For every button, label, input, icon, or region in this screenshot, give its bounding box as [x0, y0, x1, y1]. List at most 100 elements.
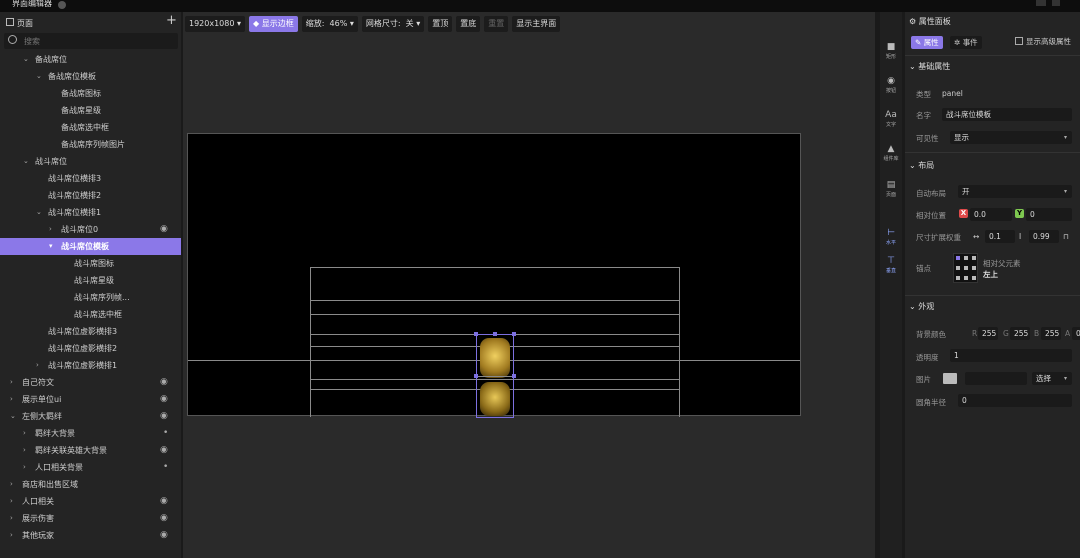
- basic-section-header[interactable]: ⌄ 基础属性: [909, 61, 950, 72]
- rect-tool-button[interactable]: ■ 矩形: [880, 42, 902, 60]
- tree-node[interactable]: ⌄ 战斗席位: [0, 153, 181, 170]
- zoom-control[interactable]: 缩放: 46% ▾: [301, 16, 358, 32]
- image-path-input[interactable]: [965, 372, 1027, 385]
- tab-attributes[interactable]: ✎ 属性: [911, 36, 943, 49]
- tree-node[interactable]: › 人口相关背景 •: [0, 459, 181, 476]
- tree-node[interactable]: › 战斗席位虚影横排1: [0, 357, 181, 374]
- expand-arrow-icon[interactable]: ›: [10, 374, 18, 391]
- anchor-picker[interactable]: [953, 253, 978, 283]
- show-main-ui-button[interactable]: 显示主界面: [512, 16, 561, 32]
- anchor-point[interactable]: [956, 276, 960, 280]
- visibility-eye-icon[interactable]: ◉: [160, 527, 168, 544]
- help-icon[interactable]: [58, 1, 66, 9]
- tree-node[interactable]: › 其他玩家 ◉: [0, 527, 181, 544]
- show-border-toggle[interactable]: ◆ 显示边框: [249, 16, 298, 32]
- anchor-point[interactable]: [972, 256, 976, 260]
- layout-section-header[interactable]: ⌄ 布局: [909, 160, 934, 171]
- tree-node[interactable]: › 战斗席位0 ◉: [0, 221, 181, 238]
- expand-arrow-icon[interactable]: ›: [10, 391, 18, 408]
- text-tool-button[interactable]: Aa 文字: [880, 110, 902, 128]
- width-weight-input[interactable]: 0.1: [985, 230, 1015, 243]
- expand-arrow-icon[interactable]: ⌄: [36, 204, 44, 221]
- expand-arrow-icon[interactable]: ›: [36, 357, 44, 374]
- button-tool-button[interactable]: ◉ 按钮: [880, 76, 902, 94]
- expand-arrow-icon[interactable]: ›: [23, 459, 31, 476]
- expand-arrow-icon[interactable]: ›: [10, 510, 18, 527]
- tree-node[interactable]: 备战席星级: [0, 102, 181, 119]
- anchor-point[interactable]: [972, 276, 976, 280]
- anchor-point[interactable]: [972, 266, 976, 270]
- color-b-input[interactable]: 255: [1041, 327, 1061, 340]
- minimize-icon[interactable]: [1036, 0, 1046, 6]
- send-to-bottom-button[interactable]: 置底: [456, 16, 481, 32]
- component-lib-tool-button[interactable]: ▲ 组件库: [880, 144, 902, 162]
- canvas-area[interactable]: 1920x1080 ▾ ◆ 显示边框 缩放: 46% ▾ 网格尺寸: 关 ▾ 置…: [183, 12, 875, 558]
- expand-arrow-icon[interactable]: ›: [23, 425, 31, 442]
- grid-size-control[interactable]: 网格尺寸: 关 ▾: [361, 16, 425, 32]
- hidden-dot-icon[interactable]: •: [163, 425, 168, 442]
- auto-layout-select[interactable]: 开 ▾: [958, 185, 1072, 198]
- anchor-point[interactable]: [964, 256, 968, 260]
- tree-node[interactable]: ⌄ 战斗席位横排1: [0, 204, 181, 221]
- show-advanced-checkbox[interactable]: 显示高级属性: [1015, 36, 1071, 47]
- tree-node[interactable]: 备战席图标: [0, 85, 181, 102]
- vertical-tool-button[interactable]: ⊤ 垂直: [880, 256, 902, 274]
- visibility-eye-icon[interactable]: ◉: [160, 374, 168, 391]
- resolution-select[interactable]: 1920x1080 ▾: [185, 16, 246, 32]
- expand-arrow-icon[interactable]: ›: [10, 527, 18, 544]
- visibility-eye-icon[interactable]: ◉: [160, 442, 168, 459]
- expand-arrow-icon[interactable]: ⌄: [23, 51, 31, 68]
- tab-events[interactable]: ✲ 事件: [950, 36, 982, 49]
- tree-node[interactable]: › 人口相关 ◉: [0, 493, 181, 510]
- resize-handle[interactable]: [474, 332, 478, 336]
- resize-handle[interactable]: [474, 374, 478, 378]
- height-weight-input[interactable]: 0.99: [1029, 230, 1059, 243]
- tree-node[interactable]: › 展示单位ui ◉: [0, 391, 181, 408]
- tree-node[interactable]: ⌄ 备战席位模板: [0, 68, 181, 85]
- bring-to-top-button[interactable]: 置顶: [428, 16, 453, 32]
- tree-node[interactable]: 备战席选中框: [0, 119, 181, 136]
- visibility-eye-icon[interactable]: ◉: [160, 408, 168, 425]
- anchor-point[interactable]: [964, 276, 968, 280]
- expand-arrow-icon[interactable]: ▾: [49, 238, 57, 255]
- tree-node[interactable]: 战斗席位虚影横排3: [0, 323, 181, 340]
- color-r-input[interactable]: 255: [978, 327, 998, 340]
- tree-node[interactable]: ⌄ 备战席位: [0, 51, 181, 68]
- horizontal-tool-button[interactable]: ⊢ 水平: [880, 228, 902, 246]
- expand-arrow-icon[interactable]: ›: [23, 442, 31, 459]
- lock-icon[interactable]: ⊓: [1063, 232, 1069, 241]
- tree-node[interactable]: 备战席序列帧图片: [0, 136, 181, 153]
- expand-arrow-icon[interactable]: ⌄: [10, 408, 18, 425]
- visibility-select[interactable]: 显示 ▾: [950, 131, 1072, 144]
- appearance-section-header[interactable]: ⌄ 外观: [909, 301, 934, 312]
- position-y-input[interactable]: 0: [1026, 208, 1072, 221]
- resize-handle[interactable]: [512, 374, 516, 378]
- search-input[interactable]: [24, 34, 164, 48]
- image-select-button[interactable]: 选择 ▾: [1032, 372, 1072, 385]
- visibility-eye-icon[interactable]: ◉: [160, 221, 168, 238]
- tree-node[interactable]: 战斗席选中框: [0, 306, 181, 323]
- position-x-input[interactable]: 0.0: [970, 208, 1012, 221]
- hidden-dot-icon[interactable]: •: [163, 459, 168, 476]
- anchor-point[interactable]: [956, 266, 960, 270]
- name-input[interactable]: 战斗席位模板: [942, 108, 1072, 121]
- tree-node[interactable]: 战斗席位横排3: [0, 170, 181, 187]
- tree-node[interactable]: 战斗席星级: [0, 272, 181, 289]
- page-tool-button[interactable]: ▤ 页面: [880, 180, 902, 198]
- tree-node[interactable]: ▾ 战斗席位模板: [0, 238, 181, 255]
- expand-arrow-icon[interactable]: ⌄: [23, 153, 31, 170]
- expand-arrow-icon[interactable]: ›: [49, 221, 57, 238]
- tree-node[interactable]: 战斗席图标: [0, 255, 181, 272]
- tree-node[interactable]: › 自己符文 ◉: [0, 374, 181, 391]
- expand-arrow-icon[interactable]: ⌄: [36, 68, 44, 85]
- corner-radius-input[interactable]: 0: [958, 394, 1072, 407]
- tree-node[interactable]: › 羁绊大背景 •: [0, 425, 181, 442]
- tree-node[interactable]: › 羁绊关联英雄大背景 ◉: [0, 442, 181, 459]
- color-g-input[interactable]: 255: [1010, 327, 1030, 340]
- selected-battle-slot[interactable]: [474, 332, 516, 418]
- anchor-point[interactable]: [964, 266, 968, 270]
- opacity-input[interactable]: 1: [950, 349, 1072, 362]
- resize-handle[interactable]: [493, 332, 497, 336]
- expand-arrow-icon[interactable]: ›: [10, 476, 18, 493]
- anchor-point-top-left[interactable]: [956, 256, 960, 260]
